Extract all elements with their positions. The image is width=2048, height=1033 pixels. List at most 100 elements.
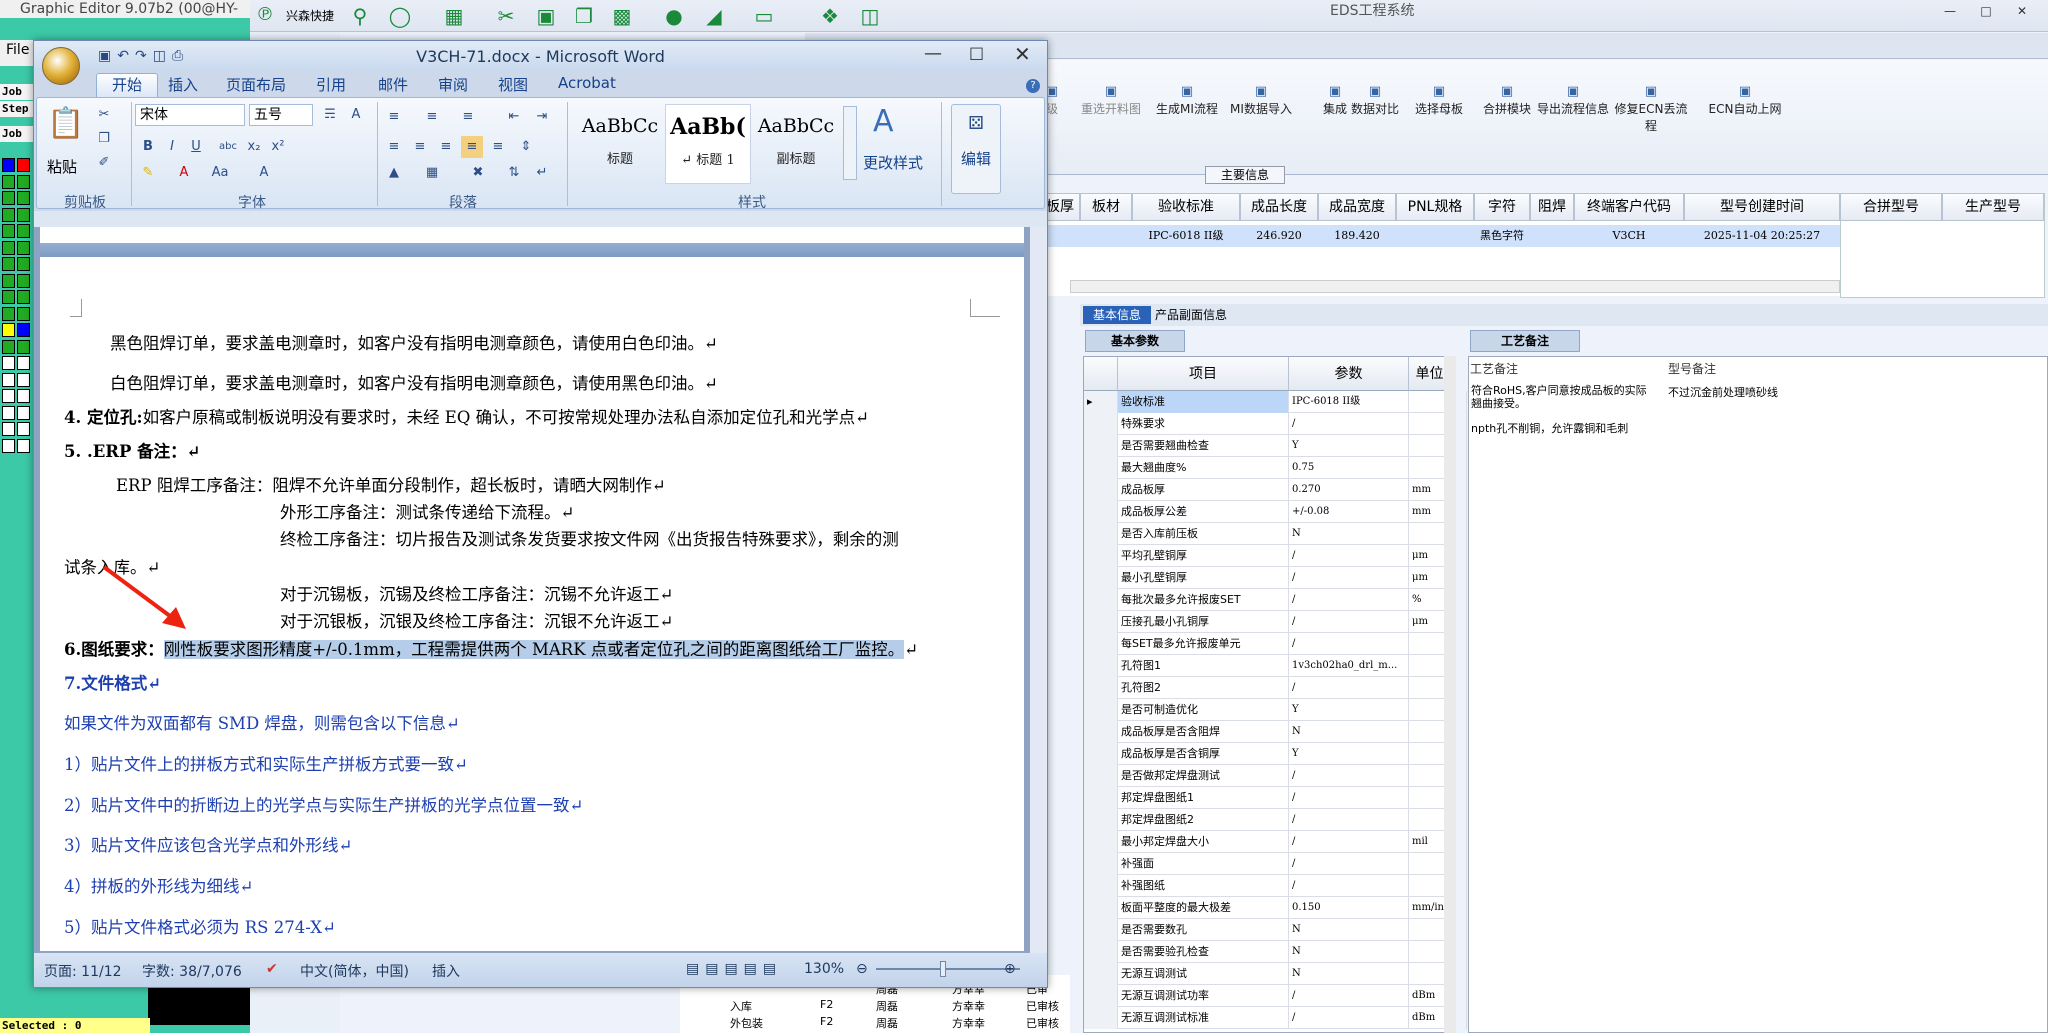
param-row[interactable]: 是否需要验孔检查NY: [1084, 941, 1467, 963]
bold-icon[interactable]: B: [137, 136, 159, 158]
format-painter-icon[interactable]: ✐: [93, 152, 115, 174]
save-icon[interactable]: ▣: [98, 48, 117, 64]
change-styles-icon[interactable]: A: [873, 104, 894, 139]
layer-swatch[interactable]: [2, 290, 30, 306]
grid-column-header[interactable]: 成品宽度: [1318, 193, 1396, 221]
grid-column-header[interactable]: 终端客户代码: [1574, 193, 1684, 221]
layer-swatch[interactable]: [2, 257, 30, 273]
tab-process-notes[interactable]: 工艺备注: [1470, 330, 1580, 352]
sort-icon[interactable]: ⇅: [503, 162, 525, 184]
param-row[interactable]: ▸验收标准IPC-6018 II级Y: [1084, 391, 1467, 413]
word-close-icon[interactable]: ✕: [1014, 42, 1031, 66]
tab-home[interactable]: 开始: [96, 73, 158, 97]
layer-swatch[interactable]: [2, 273, 30, 290]
tab-insert[interactable]: 插入: [168, 74, 198, 95]
layer-swatch[interactable]: [2, 174, 30, 191]
layer-swatch[interactable]: [2, 389, 30, 405]
param-row[interactable]: 无源互调测试NY: [1084, 963, 1467, 985]
font-size-grow-icon[interactable]: Aa: [209, 162, 231, 184]
merge-model-header[interactable]: 合拼型号: [1840, 193, 1942, 221]
user-icon[interactable]: ●: [660, 4, 688, 28]
ribbon-button[interactable]: ▣ 导出流程信息: [1534, 84, 1612, 117]
grid-cell[interactable]: 2025-11-04 20:25:27: [1684, 225, 1840, 247]
order-grid-scrollbar[interactable]: [1070, 280, 1840, 293]
borders-icon[interactable]: ▦: [421, 162, 443, 184]
param-row[interactable]: 邦定焊盘图纸1/Y: [1084, 787, 1467, 809]
param-row[interactable]: 是否做邦定焊盘测试/Y: [1084, 765, 1467, 787]
param-row[interactable]: 最小邦定焊盘大小/milY: [1084, 831, 1467, 853]
help-icon[interactable]: ?: [1026, 79, 1040, 93]
grid-icon[interactable]: ▩: [608, 4, 636, 28]
insert-mode[interactable]: 插入: [432, 961, 460, 981]
word-maximize-icon[interactable]: □: [969, 43, 984, 62]
param-row[interactable]: 每批次最多允许报废SET/%Y: [1084, 589, 1467, 611]
layer-swatch[interactable]: [2, 191, 30, 207]
layer-swatch[interactable]: [2, 438, 30, 455]
param-row[interactable]: 板面平整度的最大极差0.150mm/inchY: [1084, 897, 1467, 919]
layer-swatch[interactable]: [2, 323, 30, 339]
param-row[interactable]: 最小孔壁铜厚/μmY: [1084, 567, 1467, 589]
tab-acrobat[interactable]: Acrobat: [558, 74, 616, 92]
flow-list-item[interactable]: 入库 F2 周磊 方幸幸 已审核: [680, 998, 1070, 1014]
scissors-icon[interactable]: ✂: [492, 4, 520, 28]
layer-swatch[interactable]: [2, 405, 30, 422]
paste-button[interactable]: 粘贴: [47, 156, 77, 177]
grid-cell[interactable]: IPC-6018 II级: [1132, 225, 1240, 247]
grid-column-header[interactable]: PNL规格: [1396, 193, 1474, 221]
production-model-header[interactable]: 生产型号: [1942, 193, 2044, 221]
layer-swatch[interactable]: [2, 240, 30, 257]
layer-swatch[interactable]: [2, 339, 30, 356]
param-row[interactable]: 孔符图2/Y: [1084, 677, 1467, 699]
cut-icon[interactable]: ✂: [93, 104, 115, 126]
multilevel-icon[interactable]: ≡: [457, 106, 479, 128]
print-icon[interactable]: ⎙: [172, 48, 189, 64]
param-row[interactable]: 补强面/Y: [1084, 853, 1467, 875]
param-row[interactable]: 是否入库前压板NY: [1084, 523, 1467, 545]
flow-list-item[interactable]: 外包装 F2 周磊 方幸幸 已审核: [680, 1015, 1070, 1031]
param-row[interactable]: 是否可制造优化YY: [1084, 699, 1467, 721]
tab-references[interactable]: 引用: [316, 74, 346, 95]
tab-view[interactable]: 视图: [498, 74, 528, 95]
layer-swatch[interactable]: [2, 372, 30, 389]
shading-icon[interactable]: ▲: [383, 162, 405, 184]
eds-minimize-icon[interactable]: —: [1940, 4, 1960, 20]
ribbon-button[interactable]: ▣ 选择母板: [1400, 84, 1478, 117]
grid-column-header[interactable]: 板材: [1080, 193, 1132, 221]
zoom-slider-thumb[interactable]: [940, 961, 946, 977]
param-row[interactable]: 特殊要求/Y: [1084, 413, 1467, 435]
param-row[interactable]: 无源互调测试标准/dBmY: [1084, 1007, 1467, 1029]
search-icon[interactable]: ⚲: [346, 4, 374, 28]
view-buttons[interactable]: ▤▤▤▤▤: [686, 961, 782, 977]
tab-review[interactable]: 审阅: [438, 74, 468, 95]
increase-indent-icon[interactable]: ⇥: [531, 106, 553, 128]
quick-label[interactable]: 兴森快捷: [286, 7, 334, 24]
layer-swatch[interactable]: [2, 306, 30, 323]
copy-icon[interactable]: ❐: [93, 128, 115, 150]
align-center-icon[interactable]: ≡: [409, 136, 431, 158]
param-value-header[interactable]: 参数: [1289, 357, 1409, 391]
table-icon[interactable]: ▦: [440, 4, 468, 28]
param-row[interactable]: 是否需要数孔NY: [1084, 919, 1467, 941]
grid-column-header[interactable]: 型号创建时间: [1684, 193, 1840, 221]
superscript-icon[interactable]: x²: [267, 136, 289, 158]
eds-close-icon[interactable]: ✕: [2012, 4, 2032, 20]
grid-column-header[interactable]: 成品长度: [1240, 193, 1318, 221]
grid-column-header[interactable]: 验收标准: [1132, 193, 1240, 221]
page-count[interactable]: 页面: 11/12: [44, 961, 122, 981]
align-left-icon[interactable]: ≡: [383, 136, 405, 158]
highlight-icon[interactable]: ✎: [137, 162, 159, 184]
paste-icon[interactable]: 📋: [47, 106, 84, 141]
align-right-icon[interactable]: ≡: [435, 136, 457, 158]
grid-cell[interactable]: V3CH: [1574, 225, 1684, 247]
undo-icon[interactable]: ↶: [117, 48, 135, 64]
line-spacing-icon[interactable]: ⇕: [515, 136, 537, 158]
grid-cell[interactable]: 189.420: [1318, 225, 1396, 247]
grid-cell[interactable]: 246.920: [1240, 225, 1318, 247]
copy-icon[interactable]: ❐: [570, 4, 598, 28]
param-row[interactable]: 每SET最多允许报废单元/Y: [1084, 633, 1467, 655]
underline-icon[interactable]: U: [185, 136, 207, 158]
change-case-icon[interactable]: ☴: [319, 104, 341, 126]
chinese-layout-icon[interactable]: ✖: [467, 162, 489, 184]
ribbon-button[interactable]: ▣ 生成MI流程: [1148, 84, 1226, 117]
param-row[interactable]: 成品板厚0.270mmY: [1084, 479, 1467, 501]
